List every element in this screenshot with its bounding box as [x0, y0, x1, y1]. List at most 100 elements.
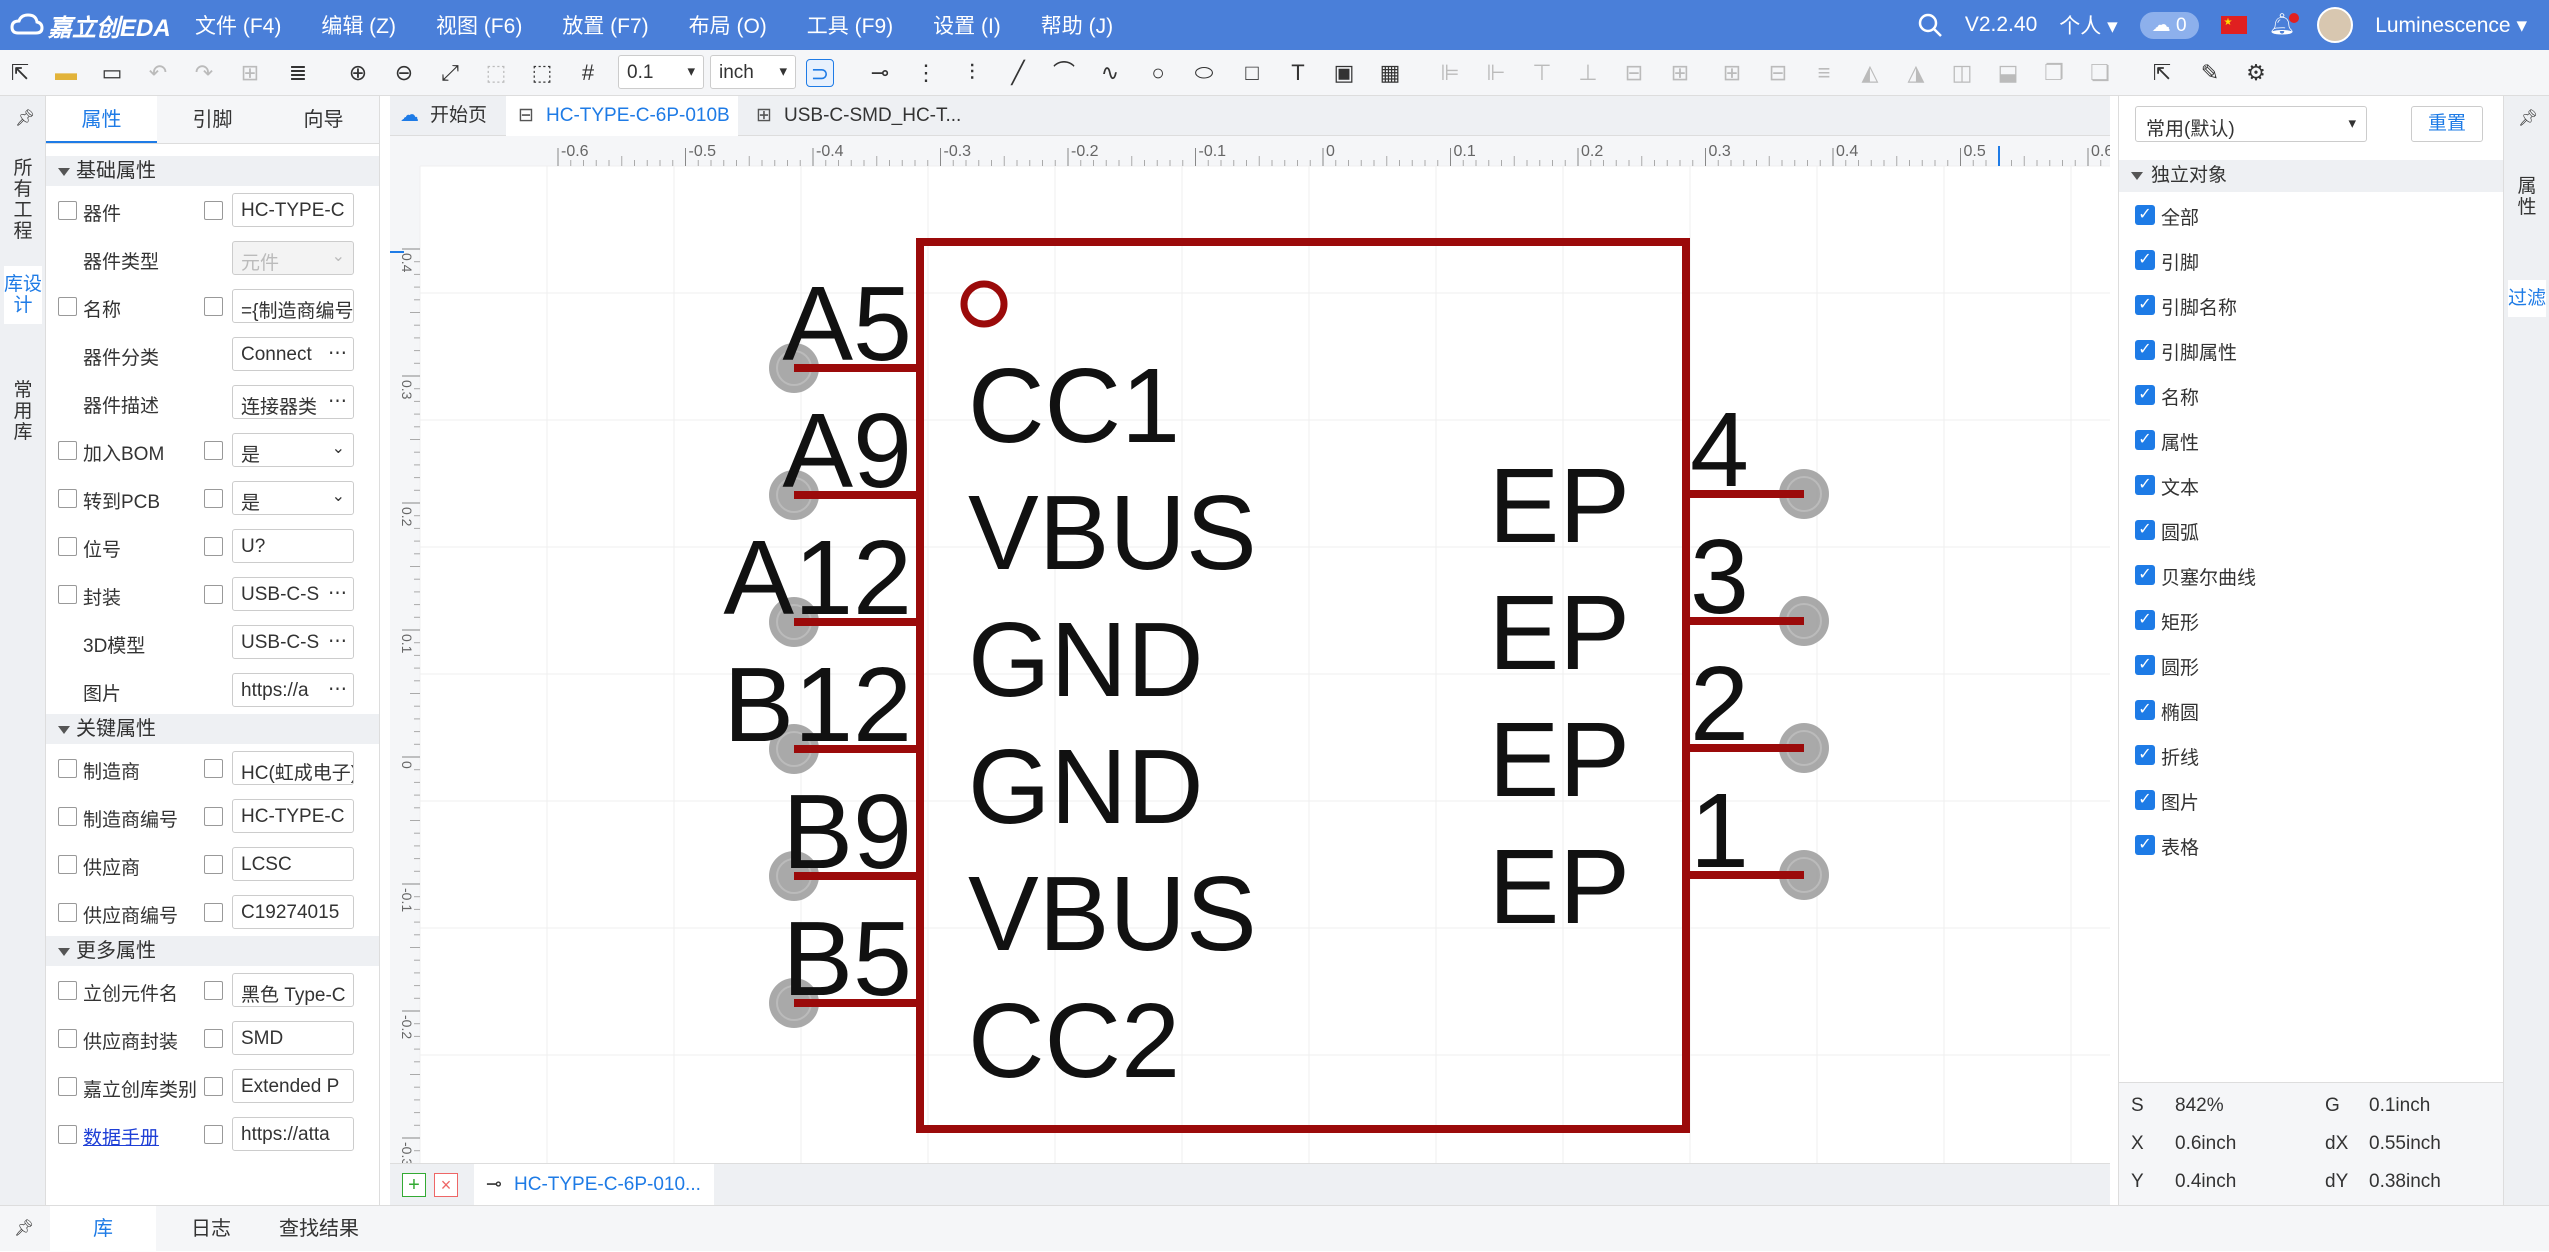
pin-right[interactable]: 4 EP — [1489, 391, 1829, 565]
section-more[interactable]: 更多属性 — [46, 936, 379, 966]
select-area-icon[interactable]: ⬚ — [528, 59, 556, 87]
visibility-checkbox[interactable] — [204, 807, 223, 826]
property-value-field[interactable]: ={制造商编号} — [232, 289, 354, 323]
property-checkbox[interactable] — [58, 759, 77, 778]
filter-checkbox[interactable]: ✓ — [2135, 610, 2155, 630]
filter-checkbox[interactable]: ✓ — [2135, 475, 2155, 495]
align-top-icon[interactable]: ⊤ — [1528, 59, 1556, 87]
property-checkbox[interactable] — [58, 807, 77, 826]
flag-icon[interactable]: ★ — [2220, 16, 2247, 34]
property-value-field[interactable]: HC-TYPE-C — [232, 193, 354, 227]
property-checkbox[interactable] — [58, 489, 77, 508]
filter-preset-select[interactable]: 常用(默认) ▾ — [2135, 106, 2367, 142]
property-value-field[interactable]: USB-C-S ⋯ — [232, 577, 354, 611]
tab-symbol-hc-type-c[interactable]: ⊟ HC-TYPE-C-6P-010B — [506, 96, 738, 136]
menu-item[interactable]: 帮助 (J) — [1041, 10, 1113, 40]
line-tool-icon[interactable]: ╱ — [1004, 59, 1032, 87]
menu-item[interactable]: 设置 (I) — [933, 10, 1001, 40]
property-value-field[interactable]: https://a ⋯ — [232, 673, 354, 707]
visibility-checkbox[interactable] — [204, 903, 223, 922]
filter-checkbox[interactable]: ✓ — [2135, 295, 2155, 315]
property-value-field[interactable]: LCSC — [232, 847, 354, 881]
filter-row[interactable]: ✓ 矩形 — [2119, 597, 2503, 642]
send-back-icon[interactable]: ❏ — [2086, 59, 2114, 87]
filter-row[interactable]: ✓ 表格 — [2119, 822, 2503, 867]
visibility-checkbox[interactable] — [204, 1125, 223, 1144]
filter-row[interactable]: ✓ 引脚属性 — [2119, 327, 2503, 372]
property-value-field[interactable]: SMD — [232, 1021, 354, 1055]
property-checkbox[interactable] — [58, 981, 77, 1000]
visibility-checkbox[interactable] — [204, 201, 223, 220]
filter-row[interactable]: ✓ 图片 — [2119, 777, 2503, 822]
tab-attributes[interactable]: 属性 — [2510, 176, 2544, 218]
cloud-sync-button[interactable]: ☁ 0 — [2139, 11, 2199, 39]
visibility-checkbox[interactable] — [204, 489, 223, 508]
pin-icon[interactable]: 📌︎ — [15, 108, 35, 128]
filter-row[interactable]: ✓ 名称 — [2119, 372, 2503, 417]
tab-common-library[interactable]: 常用库 — [6, 380, 40, 443]
table-tool-icon[interactable]: ▦ — [1376, 59, 1404, 87]
property-value-field[interactable]: Connect ⋯ — [232, 337, 354, 371]
account-dropdown[interactable]: 个人 ▾ — [2059, 10, 2117, 40]
align-center-v-icon[interactable]: ⊟ — [1620, 59, 1648, 87]
tab-start-page[interactable]: ☁ 开始页 — [390, 96, 500, 136]
filter-checkbox[interactable]: ✓ — [2135, 835, 2155, 855]
visibility-checkbox[interactable] — [204, 759, 223, 778]
tab-log[interactable]: 日志 — [158, 1206, 264, 1252]
property-value-field[interactable]: HC(虹成电子) — [232, 751, 354, 785]
property-value-field[interactable]: https://atta — [232, 1117, 354, 1151]
filter-checkbox[interactable]: ✓ — [2135, 565, 2155, 585]
zoom-out-icon[interactable]: ⊖ — [390, 59, 418, 87]
property-value-field[interactable]: 连接器类 ⋯ — [232, 385, 354, 419]
remove-sheet-icon[interactable]: × — [434, 1173, 458, 1197]
rotate-left-icon[interactable]: ◭ — [1856, 59, 1884, 87]
zoom-in-icon[interactable]: ⊕ — [344, 59, 372, 87]
tab-all-projects[interactable]: 所有工程 — [6, 158, 40, 242]
pin-tool-icon[interactable]: ⊸ — [866, 59, 894, 87]
filter-row[interactable]: ✓ 全部 — [2119, 192, 2503, 237]
property-value-field[interactable]: USB-C-S ⋯ — [232, 625, 354, 659]
visibility-checkbox[interactable] — [204, 585, 223, 604]
search-list-icon[interactable]: ≣ — [284, 59, 312, 87]
user-dropdown[interactable]: Luminescence ▾ — [2375, 13, 2527, 38]
property-value-field[interactable]: 黑色 Type-C — [232, 973, 354, 1007]
filter-row[interactable]: ✓ 圆弧 — [2119, 507, 2503, 552]
align-center-h-icon[interactable]: ⊞ — [1666, 59, 1694, 87]
visibility-checkbox[interactable] — [204, 855, 223, 874]
section-key[interactable]: 关键属性 — [46, 714, 379, 744]
menu-item[interactable]: 视图 (F6) — [436, 10, 522, 40]
filter-checkbox[interactable]: ✓ — [2135, 745, 2155, 765]
property-checkbox[interactable] — [58, 1077, 77, 1096]
filter-row[interactable]: ✓ 椭圆 — [2119, 687, 2503, 732]
visibility-checkbox[interactable] — [204, 537, 223, 556]
property-value-field[interactable]: 是 ⌄ — [232, 433, 354, 467]
ellipse-tool-icon[interactable]: ⬭ — [1190, 59, 1218, 87]
tab-find-results[interactable]: 查找结果 — [266, 1206, 372, 1252]
property-value-field[interactable]: U? — [232, 529, 354, 563]
menu-item[interactable]: 工具 (F9) — [807, 10, 893, 40]
more-icon[interactable]: ⋯ — [328, 582, 347, 605]
menu-item[interactable]: 放置 (F7) — [562, 10, 648, 40]
sheet-tab[interactable]: ⊸ HC-TYPE-C-6P-010... — [474, 1164, 714, 1206]
section-basic[interactable]: 基础属性 — [46, 156, 379, 186]
flip-v-icon[interactable]: ⬓ — [1994, 59, 2022, 87]
folder-icon[interactable]: ▬ — [52, 59, 80, 87]
visibility-checkbox[interactable] — [204, 981, 223, 1000]
property-checkbox[interactable] — [58, 537, 77, 556]
property-checkbox[interactable] — [58, 201, 77, 220]
menu-item[interactable]: 编辑 (Z) — [321, 10, 396, 40]
property-checkbox[interactable] — [58, 297, 77, 316]
unit-select[interactable]: inch ▾ — [710, 55, 796, 89]
more-icon[interactable]: ⋯ — [328, 342, 347, 365]
property-checkbox[interactable] — [58, 1125, 77, 1144]
tab-wizard[interactable]: 向导 — [268, 96, 379, 143]
property-value-field[interactable]: Extended P — [232, 1069, 354, 1103]
pin-array-icon[interactable]: ⫶ — [958, 59, 986, 87]
tab-pins[interactable]: 引脚 — [157, 96, 268, 143]
filter-row[interactable]: ✓ 圆形 — [2119, 642, 2503, 687]
pointer-tool-icon[interactable]: ⇱ — [2148, 59, 2176, 87]
grid-size-select[interactable]: 0.1 ▾ — [618, 55, 704, 89]
select-tool-icon[interactable]: ⇱ — [6, 59, 34, 87]
filter-checkbox[interactable]: ✓ — [2135, 340, 2155, 360]
filter-row[interactable]: ✓ 属性 — [2119, 417, 2503, 462]
